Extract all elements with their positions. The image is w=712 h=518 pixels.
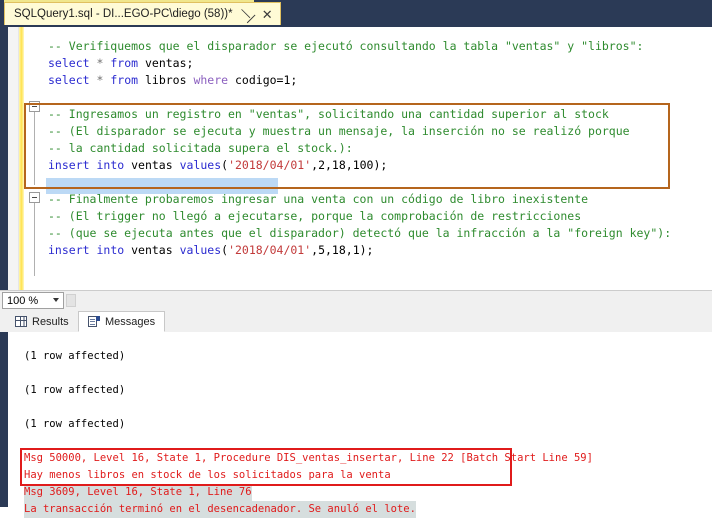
document-tabstrip: SQLQuery1.sql - DI...EGO-PC\diego (58))*…: [0, 0, 712, 27]
fold-toggle-2[interactable]: [28, 192, 40, 203]
code-text-area[interactable]: -- Verifiquemos que el disparador se eje…: [44, 27, 712, 290]
grid-icon: [15, 316, 27, 327]
code-line-7: -- la cantidad solicitada supera el stoc…: [48, 141, 353, 155]
code-line-5: -- Ingresamos un registro en "ventas", s…: [48, 107, 609, 121]
messages-left-edge: [0, 332, 8, 507]
chevron-down-icon[interactable]: [53, 298, 59, 302]
code-line-2: select * from ventas;: [48, 56, 194, 70]
message-line-10: La transacción terminó en el desencadena…: [24, 501, 416, 518]
message-line-8: Hay menos libros en stock de los solicit…: [24, 469, 391, 481]
outline-bracket-1: [34, 101, 35, 185]
code-line-8: insert into ventas values('2018/04/01',2…: [48, 158, 388, 172]
message-line-3: (1 row affected): [24, 384, 126, 396]
code-line-10: -- Finalmente probaremos ingresar una ve…: [48, 192, 589, 206]
code-line-13: insert into ventas values('2018/04/01',5…: [48, 243, 374, 257]
close-icon[interactable]: ✕: [262, 8, 273, 21]
message-line-9: Msg 3609, Level 16, State 1, Line 76: [24, 484, 252, 501]
editor-outlining-gutter[interactable]: [26, 27, 44, 290]
code-line-11: -- (El trigger no llegó a ejecutarse, po…: [48, 209, 582, 223]
code-line-6: -- (El disparador se ejecuta y muestra u…: [48, 124, 630, 138]
message-line-7: Msg 50000, Level 16, State 1, Procedure …: [24, 452, 593, 464]
code-line-12: -- (que se ejecuta antes que el disparad…: [48, 226, 672, 240]
results-tabstrip: Results Messages: [0, 310, 712, 333]
scrollbar-thumb[interactable]: [66, 294, 76, 307]
messages-icon: [88, 315, 100, 328]
tab-messages[interactable]: Messages: [78, 311, 166, 332]
editor-change-indicator-bar: [19, 27, 24, 290]
tab-results[interactable]: Results: [6, 311, 78, 332]
editor-selection-margin[interactable]: [8, 27, 19, 290]
document-tab-sqlquery1[interactable]: SQLQuery1.sql - DI...EGO-PC\diego (58))*…: [4, 2, 281, 25]
message-line-1: (1 row affected): [24, 350, 126, 362]
editor-zoom-bar: 100 %: [0, 290, 712, 311]
code-line-3: select * from libros where codigo=1;: [48, 73, 298, 87]
message-line-5: (1 row affected): [24, 418, 126, 430]
ssms-window: SQLQuery1.sql - DI...EGO-PC\diego (58))*…: [0, 0, 712, 518]
messages-pane[interactable]: (1 row affected) (1 row affected) (1 row a…: [0, 332, 712, 518]
pin-icon[interactable]: —|: [237, 4, 258, 25]
document-tab-title: SQLQuery1.sql - DI...EGO-PC\diego (58))*: [14, 8, 233, 20]
sql-editor[interactable]: -- Verifiquemos que el disparador se eje…: [0, 27, 712, 290]
tab-results-label: Results: [32, 315, 69, 328]
fold-toggle-1[interactable]: [28, 101, 40, 112]
messages-text[interactable]: (1 row affected) (1 row affected) (1 row a…: [8, 332, 712, 518]
zoom-level-value: 100 %: [7, 294, 39, 307]
zoom-level-combobox[interactable]: 100 %: [2, 292, 64, 309]
editor-horizontal-scrollbar[interactable]: [66, 292, 712, 309]
code-line-1: -- Verifiquemos que el disparador se eje…: [48, 39, 644, 53]
editor-left-edge: [0, 27, 8, 290]
tab-messages-label: Messages: [105, 315, 156, 328]
outline-bracket-2: [34, 192, 35, 276]
